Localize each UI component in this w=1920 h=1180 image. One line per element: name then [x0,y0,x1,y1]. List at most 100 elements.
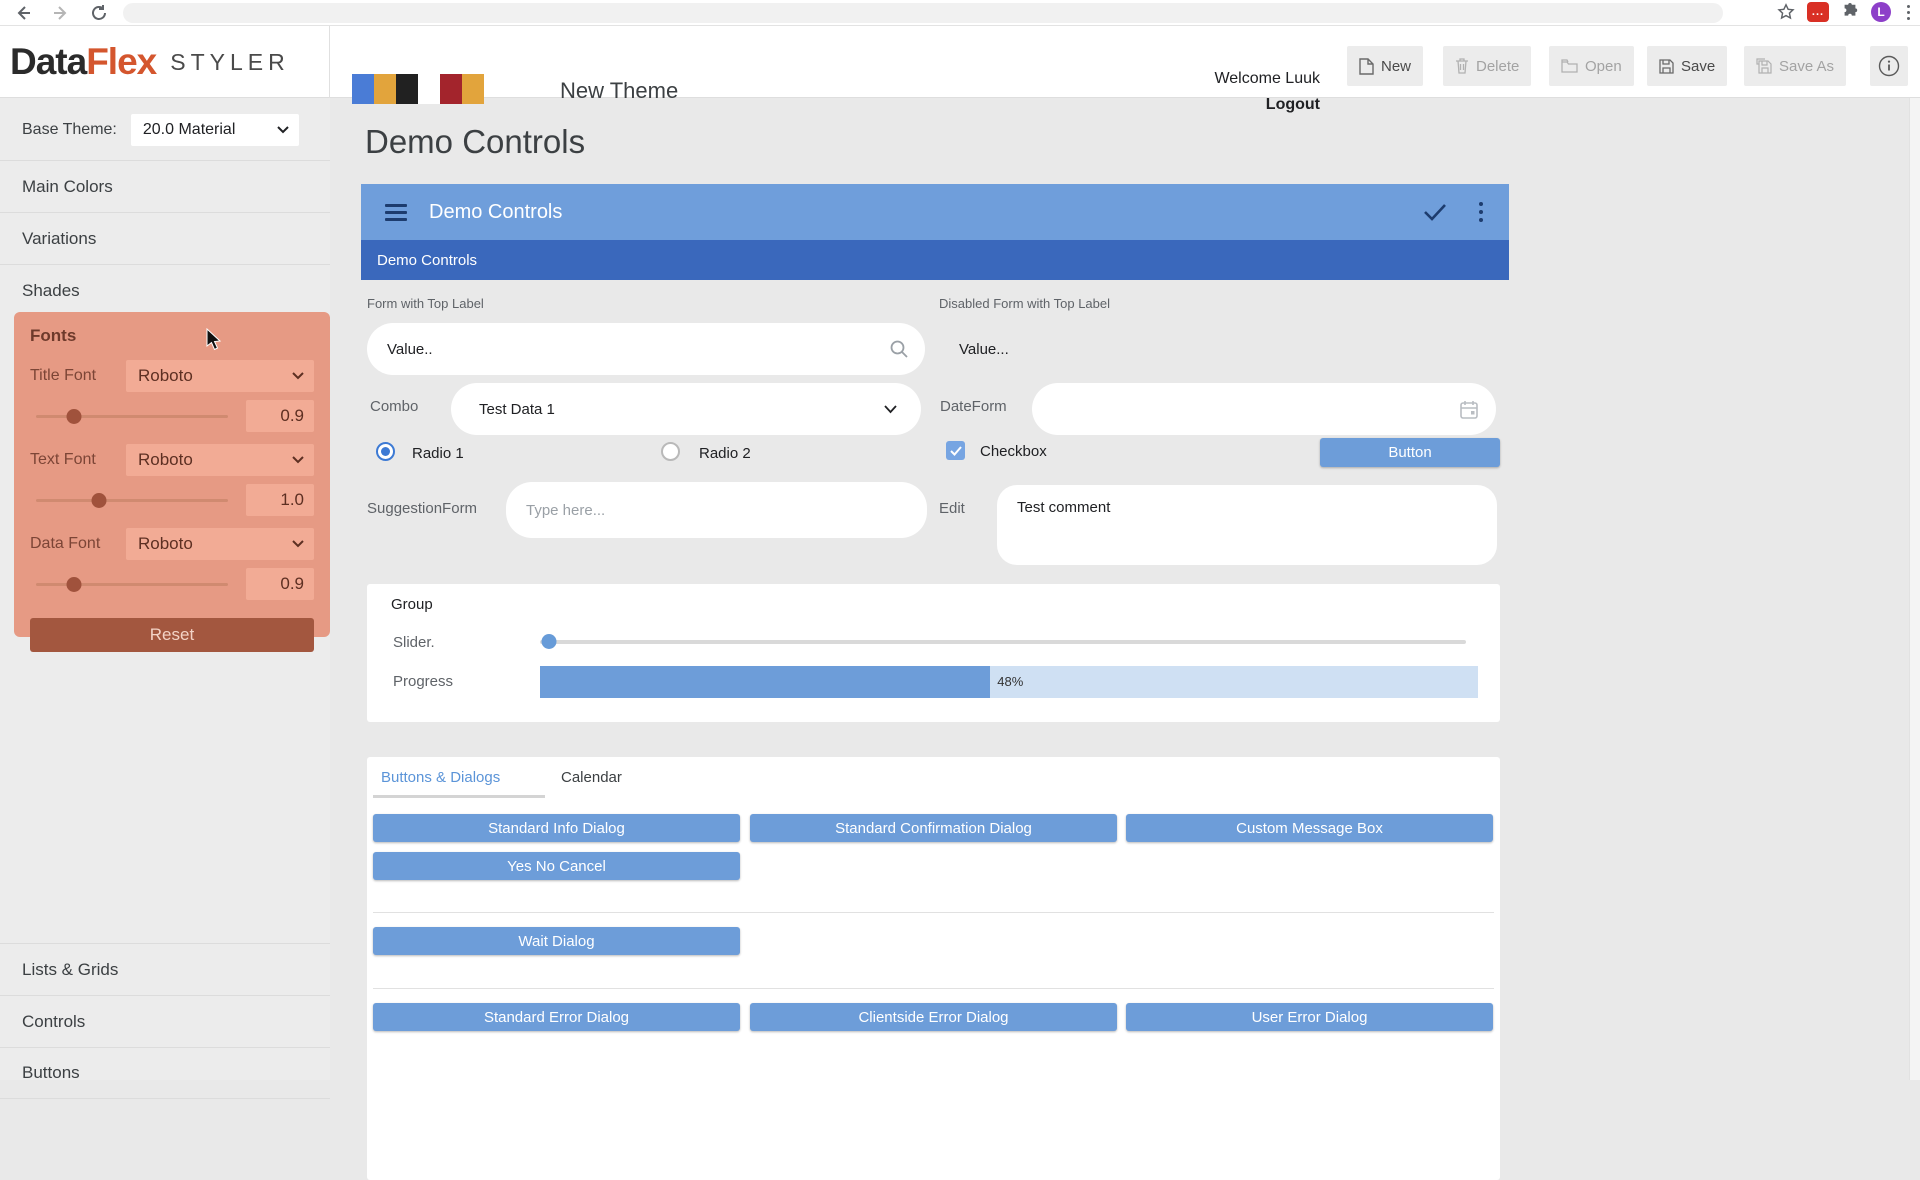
save-as-button[interactable]: Save As [1744,46,1846,86]
data-font-select[interactable]: Roboto [126,528,314,560]
browser-profile-avatar[interactable]: L [1871,2,1891,22]
sidebar: Base Theme: 20.0 Material Main Colors Va… [0,98,330,1080]
mouse-cursor [206,328,223,352]
progress-fill [540,666,990,698]
yes-no-cancel-button[interactable]: Yes No Cancel [373,852,740,880]
extension-badge-icon[interactable]: ... [1807,2,1829,22]
search-form-input[interactable]: Value.. [367,323,925,375]
text-font-select[interactable]: Roboto [126,444,314,476]
clientside-error-dialog-button[interactable]: Clientside Error Dialog [750,1003,1117,1031]
address-bar[interactable] [123,3,1723,23]
sidebar-item-lists-grids[interactable]: Lists & Grids [0,943,330,995]
save-icon [1659,59,1674,74]
sidebar-item-buttons[interactable]: Buttons [0,1047,330,1099]
edit-label: Edit [939,500,965,517]
radio1-input[interactable] [376,442,395,461]
reset-fonts-button[interactable]: Reset [30,618,314,652]
sidebar-item-shades[interactable]: Shades [0,264,330,316]
view-tab-label[interactable]: Demo Controls [377,252,477,269]
hamburger-menu-icon[interactable] [385,204,407,221]
slider-knob[interactable] [542,634,557,649]
appbar-kebab-icon[interactable] [1473,200,1489,224]
dateform-input[interactable] [1032,383,1496,435]
swatch [440,74,462,104]
checkbox-label[interactable]: Checkbox [980,443,1047,460]
theme-name: New Theme [560,78,678,104]
scrollbar-track[interactable] [1909,98,1920,1080]
browser-menu-icon[interactable] [1903,5,1914,20]
data-font-slider[interactable] [36,577,228,591]
view-tabstrip[interactable]: Demo Controls [361,240,1509,280]
disabled-form-top-label: Disabled Form with Top Label [939,296,1110,311]
user-error-dialog-button[interactable]: User Error Dialog [1126,1003,1493,1031]
demo-slider[interactable] [540,634,1466,649]
dateform-label: DateForm [940,398,1007,415]
text-font-slider[interactable] [36,493,228,507]
custom-message-box-button[interactable]: Custom Message Box [1126,814,1493,842]
base-theme-label: Base Theme: [22,121,117,139]
tab-calendar[interactable]: Calendar [561,769,622,786]
check-icon[interactable] [1423,203,1447,221]
data-font-scale-value[interactable]: 0.9 [246,568,314,600]
logout-link[interactable]: Logout [1214,92,1320,118]
appbar-title: Demo Controls [429,201,1423,224]
logo-data: Data [10,41,86,83]
combo-label: Combo [370,398,418,415]
calendar-icon[interactable] [1460,400,1478,419]
title-font-label: Title Font [30,367,126,385]
title-font-select[interactable]: Roboto [126,360,314,392]
bookmark-star-icon[interactable] [1777,3,1795,21]
text-font-label: Text Font [30,451,126,469]
chevron-down-icon [277,126,289,134]
dialogs-card: Buttons & Dialogs Calendar Standard Info… [367,757,1500,1180]
edit-textarea[interactable]: Test comment [997,485,1497,565]
fonts-panel-title: Fonts [30,326,314,346]
delete-button[interactable]: Delete [1443,46,1531,86]
welcome-text: Welcome Luuk [1214,66,1320,92]
chevron-down-icon [292,456,304,464]
wait-dialog-button[interactable]: Wait Dialog [373,927,740,955]
browser-reload-icon[interactable] [89,3,109,23]
extensions-puzzle-icon[interactable] [1841,3,1859,21]
sidebar-item-variations[interactable]: Variations [0,212,330,264]
folder-icon [1561,59,1578,73]
title-font-slider[interactable] [36,409,228,423]
chevron-down-icon [292,372,304,380]
demo-button[interactable]: Button [1320,438,1500,467]
new-file-icon [1359,58,1374,75]
chevron-down-icon [884,405,897,414]
open-button[interactable]: Open [1549,46,1634,86]
search-icon[interactable] [889,339,909,359]
data-font-label: Data Font [30,535,126,553]
text-font-scale-value[interactable]: 1.0 [246,484,314,516]
save-button[interactable]: Save [1647,46,1727,86]
form-top-label: Form with Top Label [367,296,484,311]
base-theme-select[interactable]: 20.0 Material [131,114,299,146]
slider-label: Slider. [393,634,435,651]
standard-error-dialog-button[interactable]: Standard Error Dialog [373,1003,740,1031]
combo-select[interactable]: Test Data 1 [451,383,921,435]
swatch [418,74,440,104]
radio2-label[interactable]: Radio 2 [699,445,751,462]
title-font-scale-value[interactable]: 0.9 [246,400,314,432]
suggestionform-input[interactable] [506,482,927,538]
standard-info-dialog-button[interactable]: Standard Info Dialog [373,814,740,842]
sidebar-item-controls[interactable]: Controls [0,995,330,1047]
new-button[interactable]: New [1347,46,1423,86]
progress-bar: 48% [540,666,1478,698]
tab-buttons-dialogs[interactable]: Buttons & Dialogs [381,769,500,786]
main-content: Demo Controls Demo Controls Demo Control… [330,98,1920,1080]
sidebar-item-main-colors[interactable]: Main Colors [0,160,330,212]
trash-icon [1455,58,1469,74]
radio2-input[interactable] [661,442,680,461]
browser-chrome: ... L [0,0,1920,26]
browser-forward-icon[interactable] [51,3,71,23]
theme-color-swatches [352,74,484,104]
checkbox-input[interactable] [946,441,965,460]
radio1-label[interactable]: Radio 1 [412,445,464,462]
info-button[interactable] [1870,46,1908,86]
standard-confirmation-dialog-button[interactable]: Standard Confirmation Dialog [750,814,1117,842]
page-title: Demo Controls [365,123,585,161]
info-icon [1878,55,1900,77]
browser-back-icon[interactable] [13,3,33,23]
